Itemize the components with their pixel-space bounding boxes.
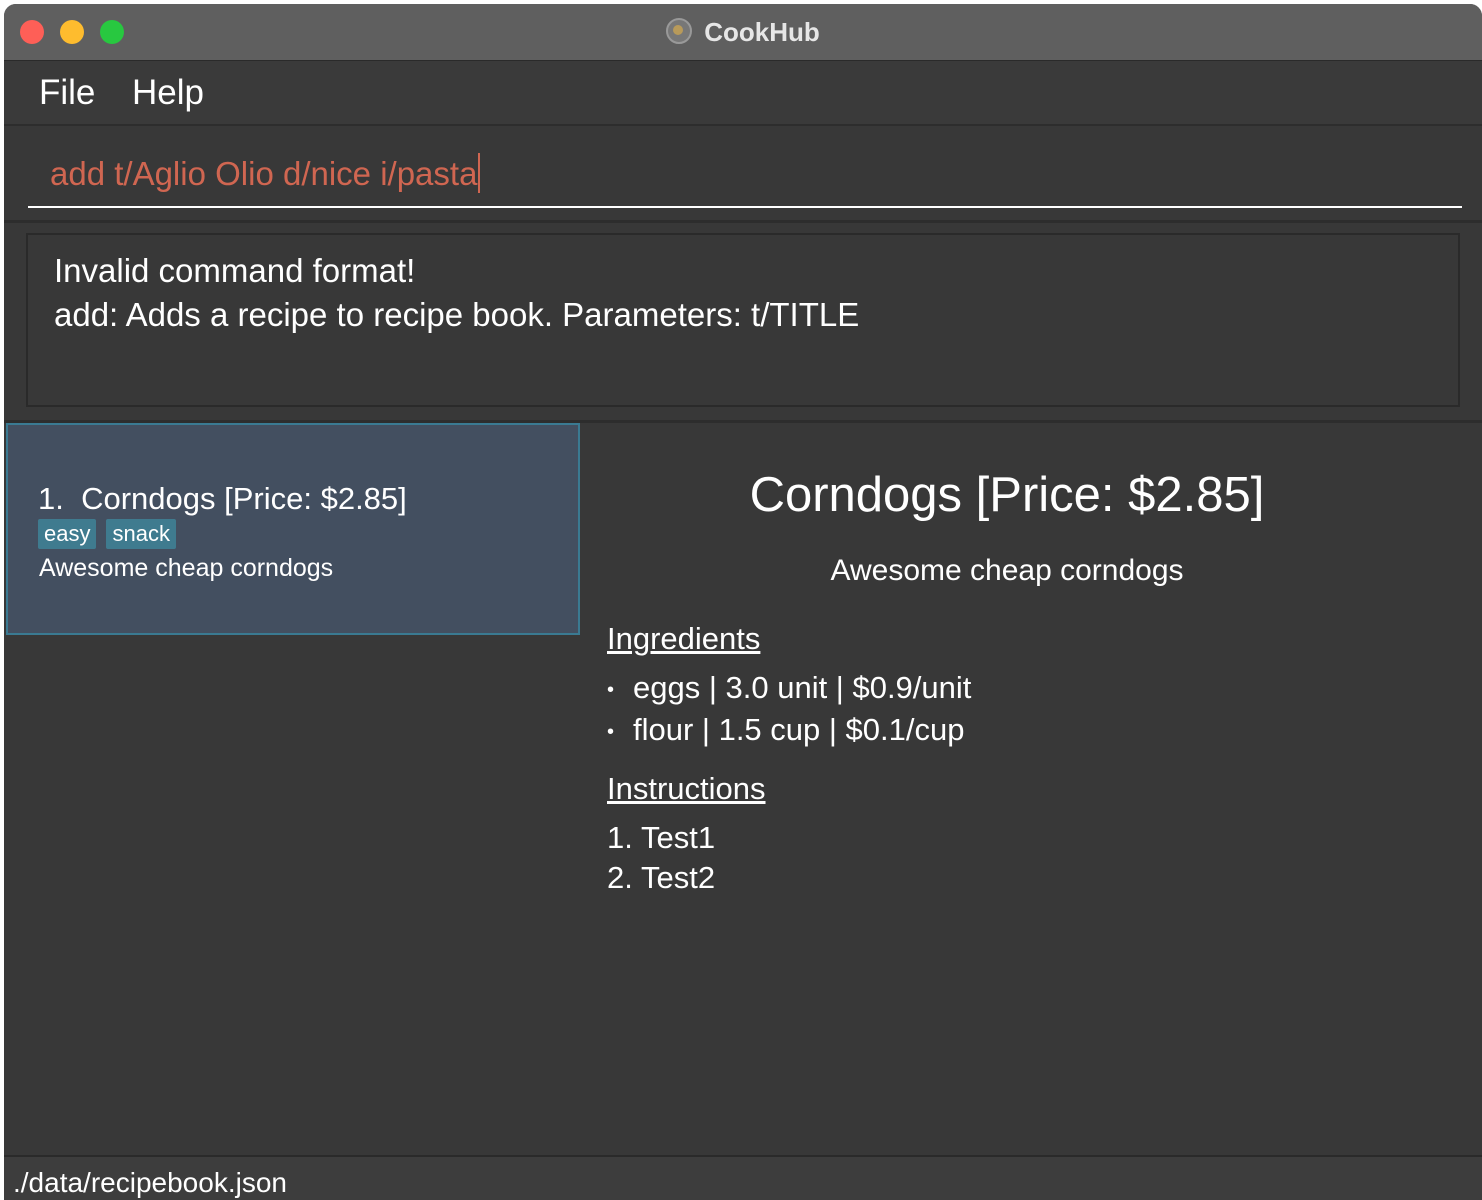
recipe-card-index: 1. xyxy=(38,481,64,516)
recipe-card-name: Corndogs [Price: $2.85] xyxy=(81,481,407,516)
recipe-detail-panel: Corndogs [Price: $2.85] Awesome cheap co… xyxy=(582,423,1482,1155)
instruction-text: Test2 xyxy=(641,860,716,895)
command-input[interactable]: add t/Aglio Olio d/nice i/pasta xyxy=(28,144,1462,208)
text-cursor xyxy=(478,153,481,193)
ingredient-text: eggs | 3.0 unit | $0.9/unit xyxy=(633,670,972,705)
step-number: 2. xyxy=(607,860,633,895)
app-window: CookHub File Help add t/Aglio Olio d/nic… xyxy=(4,4,1482,1200)
detail-description: Awesome cheap corndogs xyxy=(830,554,1184,587)
window-title: CookHub xyxy=(704,17,820,47)
list-item: • flour | 1.5 cup | $0.1/cup xyxy=(607,710,971,752)
instruction-text: Test1 xyxy=(641,820,716,855)
recipe-card[interactable]: 1. Corndogs [Price: $2.85] easy snack Awe… xyxy=(6,423,580,635)
window-title-group: CookHub xyxy=(4,17,1482,47)
ingredients-heading: Ingredients xyxy=(607,621,761,656)
list-item: 2. Test2 xyxy=(607,858,715,898)
ingredient-text: flour | 1.5 cup | $0.1/cup xyxy=(633,712,965,747)
menu-bar: File Help xyxy=(4,61,1482,126)
instructions-heading: Instructions xyxy=(607,771,766,806)
list-item: 1. Test1 xyxy=(607,818,715,858)
status-bar: ./data/recipebook.json xyxy=(4,1155,1482,1200)
bullet-icon: • xyxy=(607,679,615,701)
recipe-tags: easy snack xyxy=(38,519,186,549)
recipe-card-title: 1. Corndogs [Price: $2.85] xyxy=(38,481,407,517)
ingredients-list: • eggs | 3.0 unit | $0.9/unit • flour | 1.… xyxy=(607,668,971,752)
instructions-list: 1. Test1 2. Test2 xyxy=(607,818,715,898)
menu-help[interactable]: Help xyxy=(132,73,204,113)
detail-title: Corndogs [Price: $2.85] xyxy=(749,468,1265,522)
recipe-list-panel[interactable]: 1. Corndogs [Price: $2.85] easy snack Awe… xyxy=(4,423,582,1155)
bullet-icon: • xyxy=(607,721,615,743)
tag-snack: snack xyxy=(106,519,176,549)
result-line-2: add: Adds a recipe to recipe book. Param… xyxy=(54,296,860,333)
list-item: • eggs | 3.0 unit | $0.9/unit xyxy=(607,668,971,710)
recipe-card-description: Awesome cheap corndogs xyxy=(39,554,334,582)
command-box: add t/Aglio Olio d/nice i/pasta xyxy=(4,126,1482,223)
result-display: Invalid command format! add: Adds a reci… xyxy=(26,233,1460,407)
title-bar: CookHub xyxy=(4,4,1482,61)
menu-file[interactable]: File xyxy=(39,73,95,113)
command-text: add t/Aglio Olio d/nice i/pasta xyxy=(50,155,478,192)
app-logo-icon xyxy=(666,18,693,44)
step-number: 1. xyxy=(607,820,633,855)
file-path: ./data/recipebook.json xyxy=(13,1167,287,1198)
tag-easy: easy xyxy=(38,519,97,549)
result-line-1: Invalid command format! xyxy=(54,252,416,289)
